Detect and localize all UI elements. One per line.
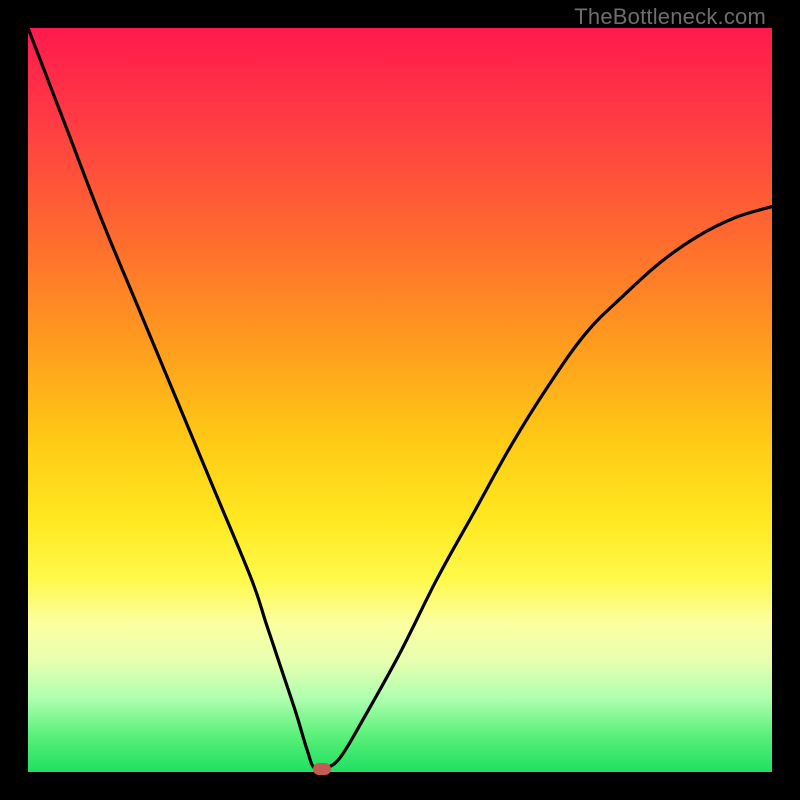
optimal-marker — [313, 763, 331, 775]
bottleneck-curve — [28, 28, 772, 772]
plot-area — [28, 28, 772, 772]
chart-frame: TheBottleneck.com — [0, 0, 800, 800]
attribution-label: TheBottleneck.com — [574, 4, 766, 30]
